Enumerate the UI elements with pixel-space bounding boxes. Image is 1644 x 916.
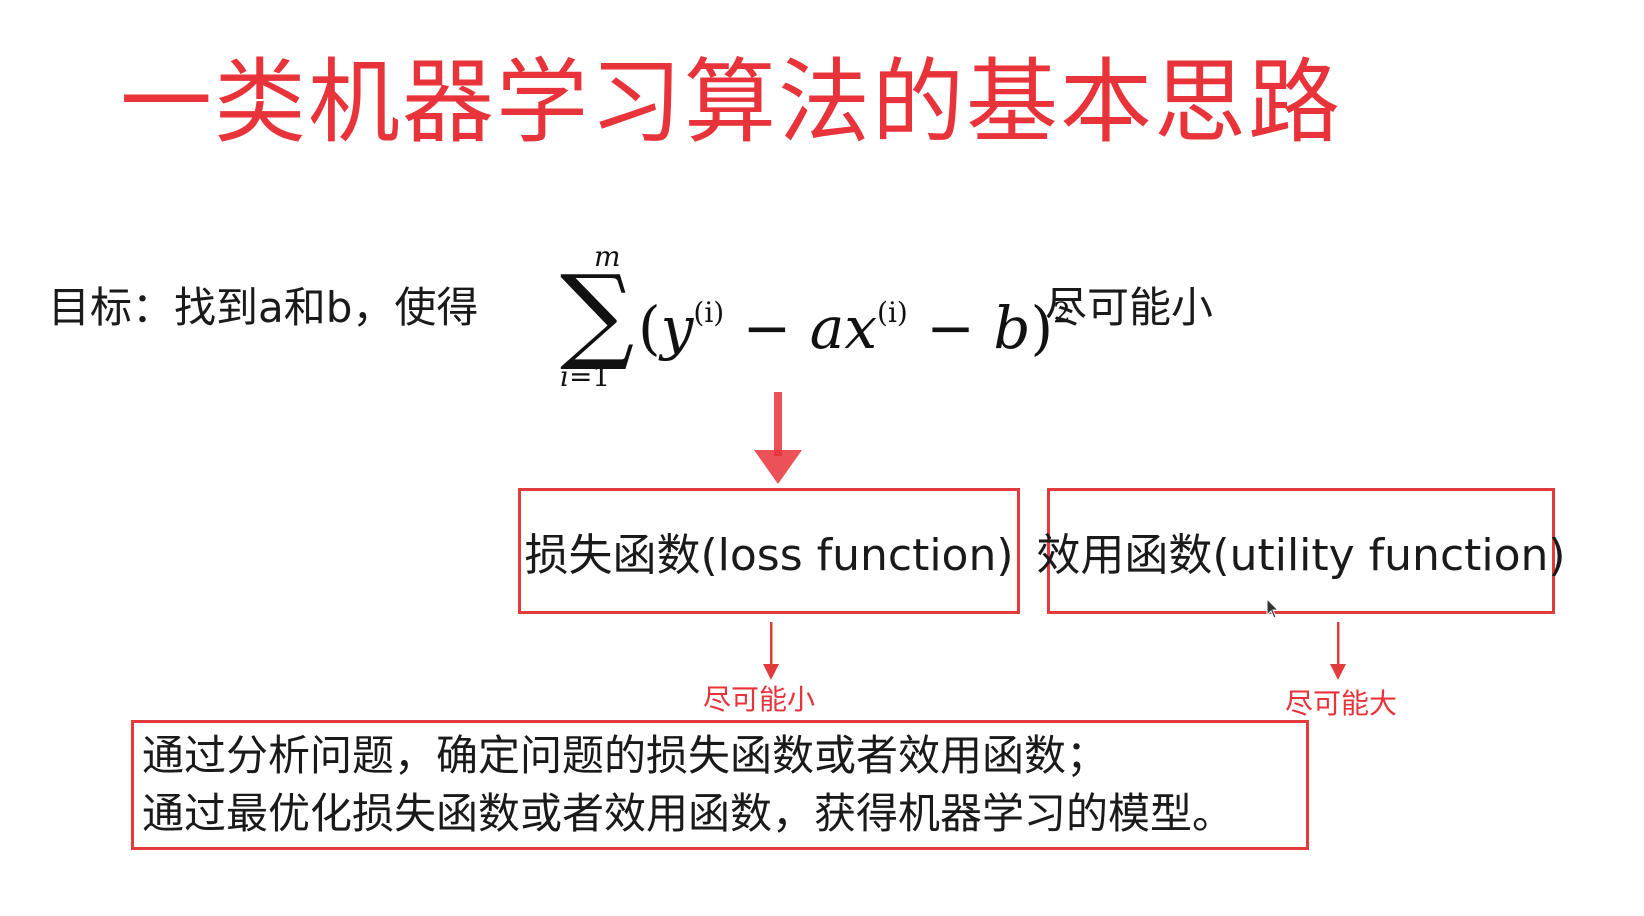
minus-2: −	[907, 294, 994, 362]
var-x: x	[844, 294, 878, 362]
sum-lower-limit: i=1	[560, 360, 610, 393]
var-y: y	[660, 294, 694, 362]
sum-start: =1	[568, 360, 611, 393]
goal-label: 目标：找到a和b，使得	[48, 283, 479, 332]
open-paren: (	[638, 294, 661, 362]
arrow-down-icon	[763, 622, 779, 680]
summary-line-1: 通过分析问题，确定问题的损失函数或者效用函数；	[142, 731, 1109, 780]
arrow-down-icon	[1330, 622, 1346, 680]
utility-note: 尽可能大	[1285, 687, 1398, 720]
goal-suffix: 尽可能小	[1045, 283, 1214, 332]
loss-function-box: 损失函数(loss function)	[518, 488, 1020, 614]
page-title: 一类机器学习算法的基本思路	[120, 49, 1343, 156]
summary-box: 通过分析问题，确定问题的损失函数或者效用函数； 通过最优化损失函数或者效用函数，…	[131, 720, 1309, 850]
sup-i-y: (i)	[693, 296, 725, 329]
summary-line-2: 通过最优化损失函数或者效用函数，获得机器学习的模型。	[142, 789, 1235, 838]
mouse-cursor-icon	[1266, 598, 1280, 619]
formula: m ∑ i=1 (y(i) − ax(i) − b)2	[560, 240, 1071, 400]
formula-body: (y(i) − ax(i) − b)2	[638, 278, 1071, 363]
utility-function-box: 效用函数(utility function)	[1036, 488, 1566, 614]
sup-i-x: (i)	[877, 296, 908, 329]
loss-note: 尽可能小	[703, 683, 816, 716]
var-b: b	[993, 294, 1031, 362]
minus-1: −	[724, 294, 810, 362]
var-a: a	[809, 294, 845, 362]
down-arrow-icon	[754, 392, 802, 484]
sum-index: i	[560, 360, 569, 393]
sigma-symbol: ∑	[560, 252, 635, 374]
